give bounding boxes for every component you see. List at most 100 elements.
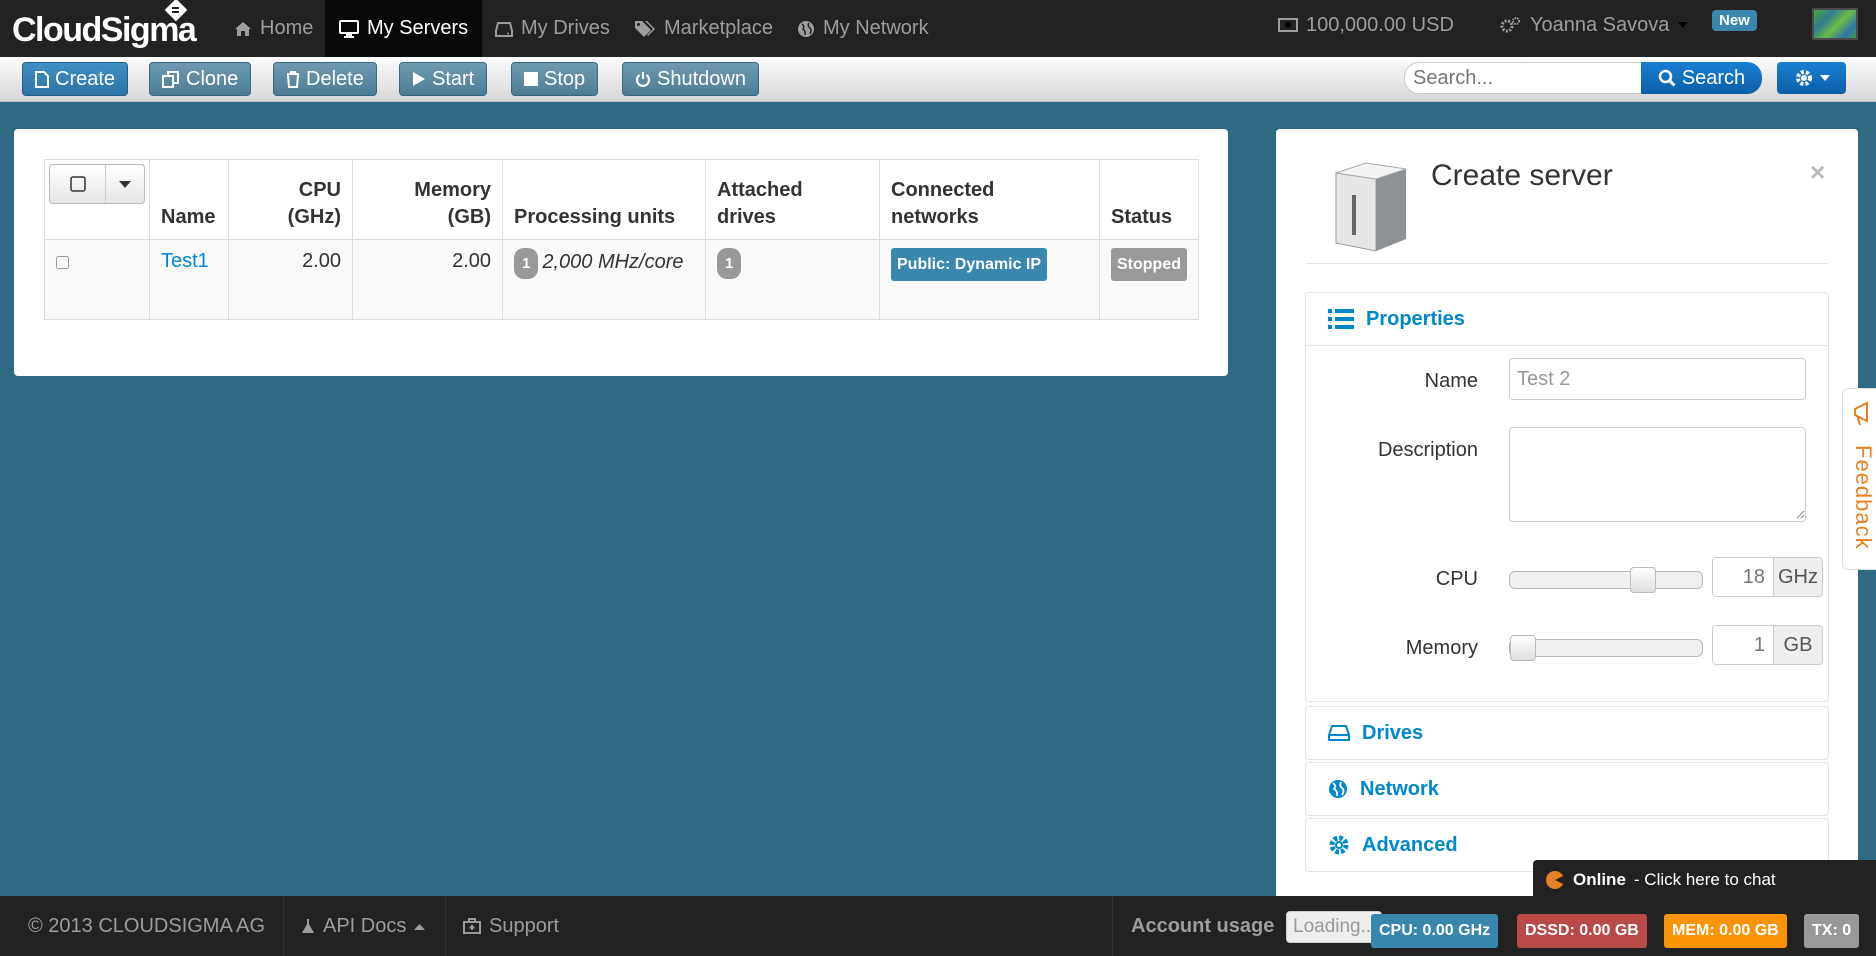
shutdown-button[interactable]: Shutdown: [622, 62, 759, 96]
start-button[interactable]: Start: [399, 62, 488, 96]
network-section: Network: [1305, 762, 1829, 816]
column-header-connected-line2: networks: [891, 206, 979, 228]
column-header-cpu-line1: CPU: [298, 179, 341, 201]
balance-amount: 100,000.00 USD: [1306, 13, 1454, 36]
user-menu[interactable]: Yoanna Savova: [1500, 0, 1689, 50]
support-link[interactable]: Support: [449, 896, 573, 956]
search-button-label: Search: [1681, 66, 1746, 89]
attached-drives-cell: 1: [705, 239, 880, 320]
attached-drives-badge[interactable]: 1: [717, 248, 742, 279]
properties-header[interactable]: Properties: [1306, 293, 1828, 345]
account-balance[interactable]: 100,000.00 USD: [1278, 0, 1454, 50]
properties-body: Name Description CPU 18 GHz Memory 1 GB: [1306, 345, 1828, 701]
column-header-attached-line1: Attached: [717, 179, 803, 201]
nav-my-network[interactable]: My Network: [783, 0, 943, 57]
select-dropdown-toggle[interactable]: [106, 165, 144, 203]
feedback-label: Feedback: [1851, 445, 1876, 550]
world-map-icon[interactable]: [1812, 8, 1858, 40]
stop-button-label: Stop: [544, 67, 586, 90]
nav-my-servers-label: My Servers: [367, 17, 469, 39]
server-name-link[interactable]: Test1: [161, 250, 209, 272]
api-docs-menu[interactable]: API Docs: [287, 896, 439, 956]
network-label[interactable]: Public: Dynamic IP: [891, 248, 1048, 281]
nav-my-drives-label: My Drives: [521, 17, 610, 39]
column-header-cpu[interactable]: CPU (GHz): [228, 159, 353, 240]
description-textarea[interactable]: [1509, 427, 1806, 522]
memory-unit: GB: [1773, 626, 1822, 664]
network-header[interactable]: Network: [1306, 763, 1828, 815]
column-header-attached-drives[interactable]: Attached drives: [705, 159, 880, 240]
medkit-icon: [463, 918, 481, 934]
resize-handle-icon[interactable]: [1796, 510, 1805, 519]
home-icon: [235, 21, 251, 36]
search-input[interactable]: [1404, 62, 1642, 94]
memory-slider-handle[interactable]: [1510, 635, 1536, 661]
chat-widget[interactable]: Online - Click here to chat: [1533, 860, 1876, 900]
drives-label: Drives: [1362, 721, 1424, 744]
server-memory: 2.00: [352, 239, 503, 320]
memory-spinner[interactable]: 1 GB: [1712, 625, 1823, 665]
cpu-spinner[interactable]: 18 GHz: [1712, 557, 1823, 597]
processing-units-badge: 1: [514, 248, 539, 279]
footer-divider: [283, 896, 284, 956]
status-badge: Stopped: [1111, 248, 1187, 281]
memory-value[interactable]: 1: [1713, 626, 1773, 664]
cpu-usage-badge: CPU: 0.00 GHz: [1371, 914, 1499, 948]
cpu-value[interactable]: 18: [1713, 558, 1773, 596]
nav-home[interactable]: Home: [220, 0, 327, 57]
create-server-panel: Create server × Properties Name Descript…: [1276, 129, 1858, 899]
column-header-connected-line1: Connected: [891, 179, 995, 201]
nav-marketplace[interactable]: Marketplace: [620, 0, 787, 57]
stop-button[interactable]: Stop: [511, 62, 599, 96]
server-tower-icon: [1335, 162, 1407, 252]
account-usage-label: Account usage: [1131, 914, 1275, 937]
column-header-processing-units[interactable]: Processing units: [502, 159, 706, 240]
create-button[interactable]: Create: [22, 62, 129, 96]
properties-label: Properties: [1366, 307, 1465, 330]
properties-section: Properties Name Description CPU 18 GHz M…: [1305, 292, 1829, 702]
server-name-input[interactable]: [1509, 358, 1806, 400]
file-icon: [35, 70, 49, 88]
nav-my-drives[interactable]: My Drives: [481, 0, 624, 57]
caret-down-icon: [1678, 22, 1689, 28]
networks-cell: Public: Dynamic IP: [879, 239, 1100, 320]
footer-divider: [1112, 896, 1113, 956]
start-button-label: Start: [432, 67, 475, 90]
delete-button-label: Delete: [306, 67, 364, 90]
select-all-dropdown[interactable]: [49, 164, 145, 204]
close-button[interactable]: ×: [1810, 157, 1825, 188]
cpu-slider-handle[interactable]: [1629, 567, 1656, 593]
globe-icon: [1329, 780, 1347, 798]
feedback-tab[interactable]: Feedback: [1842, 388, 1876, 570]
settings-dropdown-button[interactable]: [1777, 62, 1846, 94]
nav-home-label: Home: [260, 17, 314, 39]
column-header-cpu-line2: (GHz): [287, 206, 341, 228]
create-button-label: Create: [55, 67, 116, 90]
table-row[interactable]: Test1 2.00 2.00 1 2,000 MHz/core 1 Public…: [44, 239, 1199, 320]
memory-slider[interactable]: [1509, 635, 1703, 661]
search-icon: [1658, 69, 1676, 87]
nav-my-servers[interactable]: My Servers: [325, 0, 483, 57]
column-header-connected-networks[interactable]: Connected networks: [879, 159, 1100, 240]
support-label: Support: [489, 914, 560, 937]
nav-marketplace-label: Marketplace: [664, 17, 773, 39]
new-badge[interactable]: New: [1712, 10, 1757, 31]
select-all-header: [44, 159, 150, 240]
row-checkbox[interactable]: [56, 256, 69, 269]
cpu-slider[interactable]: [1509, 567, 1703, 593]
logo-mark-icon: [164, 0, 188, 22]
select-all-checkbox[interactable]: [50, 165, 106, 203]
clone-button[interactable]: Clone: [149, 62, 252, 96]
column-header-name[interactable]: Name: [149, 159, 229, 240]
servers-table: Name CPU (GHz) Memory (GB) Processing unit…: [44, 159, 1199, 320]
drives-header[interactable]: Drives: [1306, 707, 1828, 759]
delete-button[interactable]: Delete: [273, 62, 377, 96]
column-header-status[interactable]: Status: [1099, 159, 1199, 240]
column-header-memory-line1: Memory: [414, 179, 491, 201]
column-header-memory[interactable]: Memory (GB): [352, 159, 503, 240]
globe-icon: [798, 20, 814, 37]
name-label: Name: [1424, 370, 1478, 392]
checkbox-icon: [69, 176, 86, 192]
tags-icon: [635, 20, 655, 37]
search-button[interactable]: Search: [1641, 62, 1762, 94]
